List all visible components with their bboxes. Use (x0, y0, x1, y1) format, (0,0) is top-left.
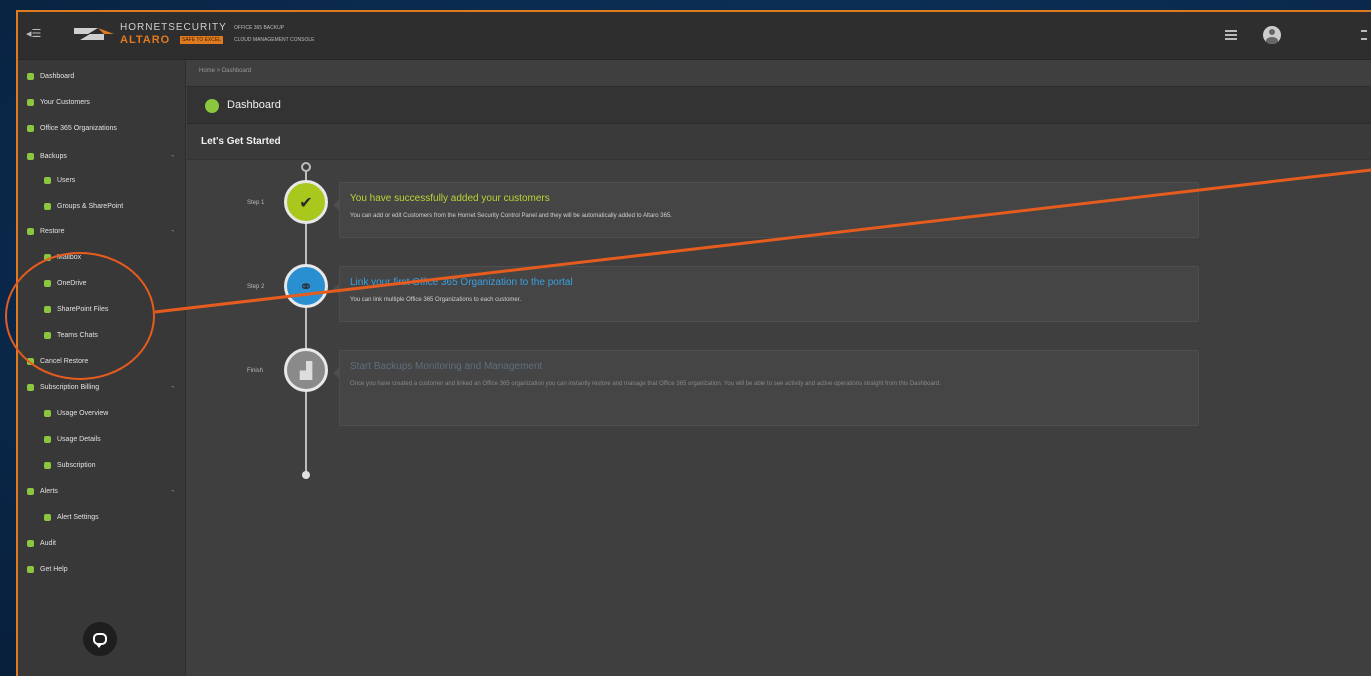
sidebar-item[interactable]: Backups - (18, 145, 186, 167)
sidebar-item[interactable]: Subscription Billing - (18, 376, 186, 398)
menu-item-icon (27, 72, 34, 80)
sidebar-item-label: Usage Overview (57, 409, 109, 417)
sidebar-item[interactable]: Dashboard (18, 65, 186, 87)
step-card: Link your first Office 365 Organization … (333, 266, 1199, 322)
product-name-line2: CLOUD MANAGEMENT CONSOLE (234, 37, 315, 43)
collapse-icon[interactable]: - (171, 382, 174, 391)
menu-item-icon (44, 409, 51, 417)
annotation-circle (5, 252, 155, 380)
sidebar-item[interactable]: Usage Overview (18, 402, 186, 424)
collapse-menu-icon[interactable]: ◂☰ (26, 28, 41, 40)
link-icon: ⚭ (284, 264, 328, 308)
sidebar-item[interactable]: Alerts - (18, 480, 186, 502)
sidebar-item-label: Get Help (40, 565, 68, 573)
sidebar-item[interactable]: Audit (18, 532, 186, 554)
chart-icon: ▟ (284, 348, 328, 392)
collapse-icon[interactable]: - (171, 486, 174, 495)
sidebar-item-label: Restore (40, 227, 65, 235)
menu-item-icon (27, 539, 34, 547)
page-title: Dashboard (227, 99, 281, 111)
sidebar-item-label: Subscription Billing (40, 383, 100, 391)
sidebar-item-label: Office 365 Organizations (40, 124, 117, 132)
list-menu-icon[interactable] (1225, 30, 1237, 40)
sidebar-item[interactable]: Subscription (18, 454, 186, 476)
menu-item-icon (27, 124, 34, 132)
sidebar-item[interactable]: Users (18, 169, 186, 191)
timeline-start-dot (301, 162, 311, 172)
timeline-end-dot (302, 471, 310, 479)
step-card: Start Backups Monitoring and Management O… (333, 350, 1199, 426)
chat-support-button[interactable] (83, 622, 117, 656)
sidebar-item-label: Audit (40, 539, 56, 547)
app-window: ◂☰ HORNETSECURITY ALTARO SAFE TO EXCEL O… (16, 10, 1371, 676)
section-header: Let's Get Started (187, 124, 1371, 160)
user-avatar-icon[interactable] (1263, 26, 1281, 44)
product-name-line1: OFFICE 365 BACKUP (234, 25, 285, 31)
dashboard-icon (205, 99, 219, 113)
sidebar-item-label: Usage Details (57, 435, 101, 443)
menu-item-icon (44, 513, 51, 521)
sidebar-item[interactable]: Restore - (18, 220, 186, 242)
sidebar-item[interactable]: Get Help (18, 558, 186, 580)
sidebar-item-label: Subscription (57, 461, 96, 469)
step-card: You have successfully added your custome… (333, 182, 1199, 238)
sidebar-item-label: Dashboard (40, 72, 75, 80)
menu-item-icon (44, 202, 51, 210)
sidebar-item-label: Your Customers (40, 98, 90, 106)
sidebar-item[interactable]: Your Customers (18, 91, 186, 113)
step-label: Step 2 (247, 284, 265, 290)
section-title: Let's Get Started (201, 136, 281, 147)
menu-item-icon (27, 565, 34, 573)
sidebar-item[interactable]: Groups & SharePoint (18, 195, 186, 217)
step-label: Finish (247, 368, 264, 374)
collapse-icon[interactable]: - (171, 151, 174, 160)
step-heading: Start Backups Monitoring and Management (350, 361, 543, 372)
menu-item-icon (44, 461, 51, 469)
hornet-logo-icon (74, 28, 114, 40)
breadcrumb[interactable]: Home > Dashboard (199, 68, 251, 74)
sidebar-item-label: Backups (40, 152, 67, 160)
check-icon: ✔ (284, 180, 328, 224)
page-header: Dashboard (187, 86, 1371, 124)
sidebar-item[interactable]: Alert Settings (18, 506, 186, 528)
sidebar-item-label: Alert Settings (57, 513, 99, 521)
top-bar: ◂☰ HORNETSECURITY ALTARO SAFE TO EXCEL O… (18, 12, 1371, 60)
brand-badge: SAFE TO EXCEL (180, 36, 223, 44)
menu-item-icon (27, 383, 34, 391)
chat-icon (93, 633, 107, 648)
sidebar-item[interactable]: Office 365 Organizations (18, 117, 186, 139)
menu-item-icon (27, 487, 34, 495)
menu-item-icon (27, 98, 34, 106)
top-icons (1225, 26, 1281, 44)
menu-item-icon (44, 435, 51, 443)
sidebar-item-label: Users (57, 176, 76, 184)
step-description: You can link multiple Office 365 Organiz… (350, 297, 522, 303)
collapse-icon[interactable]: - (171, 226, 174, 235)
menu-item-icon (44, 176, 51, 184)
menu-item-icon (27, 152, 34, 160)
step-label: Step 1 (247, 200, 265, 206)
step-description: Once you have created a customer and lin… (350, 381, 941, 387)
sidebar-item[interactable]: Usage Details (18, 428, 186, 450)
step-heading[interactable]: Link your first Office 365 Organization … (350, 277, 573, 288)
more-menu-icon[interactable] (1361, 30, 1367, 40)
sidebar-item-label: Alerts (40, 487, 58, 495)
brand-altaro: ALTARO (120, 34, 171, 46)
menu-item-icon (27, 227, 34, 235)
sidebar-item-label: Groups & SharePoint (57, 202, 124, 210)
step-description: You can add or edit Customers from the H… (350, 213, 672, 219)
step-heading: You have successfully added your custome… (350, 193, 550, 204)
main-content: Home > Dashboard Dashboard Let's Get Sta… (187, 60, 1371, 676)
brand-hornetsecurity: HORNETSECURITY (120, 22, 227, 33)
